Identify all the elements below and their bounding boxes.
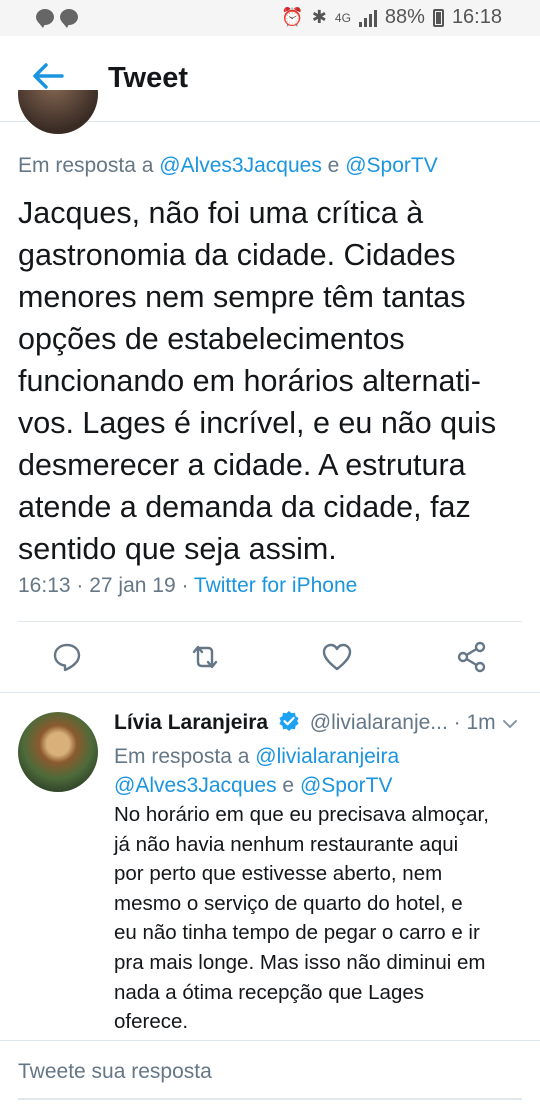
tweet-timestamp: 16:13 · 27 jan 19 · (18, 574, 194, 597)
tweet-text: Jacques, não foi uma crítica à gastronom… (18, 196, 497, 566)
tweet-meta: 16:13 · 27 jan 19 · Twitter for iPhone (18, 574, 357, 598)
reply-prefix: Em resposta a (114, 745, 250, 768)
author-avatar[interactable] (18, 90, 98, 134)
tweet-actions (0, 636, 540, 680)
alarm-icon: ⏰ (281, 7, 304, 27)
reply-joiner: e (327, 154, 340, 177)
tweet-source-link[interactable]: Twitter for iPhone (194, 574, 357, 597)
network-type: 4G (334, 10, 351, 25)
like-icon[interactable] (320, 640, 354, 674)
divider (18, 621, 522, 622)
divider (0, 692, 540, 693)
mention-link[interactable]: @SporTV (300, 774, 393, 797)
mention-link[interactable]: @SporTV (345, 154, 438, 177)
battery-percent: 88% (384, 6, 425, 28)
status-bar: ⏰ ✱ 4G 88% 16:18 (0, 0, 540, 36)
battery-icon (432, 8, 444, 27)
divider (0, 1040, 540, 1041)
clock: 16:18 (451, 6, 502, 28)
reply-context: Em resposta a @livialaranjeira @Alves3Ja… (114, 742, 528, 800)
reply-author-avatar[interactable] (18, 712, 98, 792)
message-icon (36, 9, 54, 28)
page-title: Tweet (108, 62, 189, 94)
reply-header: Lívia Laranjeira @livialaranje... · 1m (114, 710, 526, 740)
reply-icon[interactable] (50, 640, 84, 674)
mention-link[interactable]: @livialaranjeira (255, 745, 399, 768)
signal-icon (358, 9, 377, 27)
bluetooth-icon: ✱ (311, 7, 327, 27)
time-separator: · (453, 711, 461, 734)
share-icon[interactable] (455, 640, 489, 674)
reply-time: 1m (466, 711, 496, 734)
reply-prefix: Em resposta a (18, 154, 154, 177)
reply-context: Em resposta a @Alves3Jacques e @SporTV (18, 154, 438, 178)
author-name[interactable]: Lívia Laranjeira (114, 711, 268, 734)
reply-composer-input[interactable]: Tweete sua resposta (18, 1060, 522, 1100)
author-handle: @livialaranje... (309, 711, 448, 734)
mention-link[interactable]: @Alves3Jacques (159, 154, 322, 177)
reply-joiner: e (282, 774, 295, 797)
verified-badge-icon (279, 711, 299, 731)
chevron-down-icon[interactable] (502, 716, 518, 732)
message-icon (60, 9, 78, 28)
mention-link[interactable]: @Alves3Jacques (114, 774, 277, 797)
notification-icons (36, 9, 78, 28)
retweet-icon[interactable] (188, 640, 222, 674)
reply-tweet-text: No horário em que eu precisava almoçar, … (114, 803, 489, 1034)
